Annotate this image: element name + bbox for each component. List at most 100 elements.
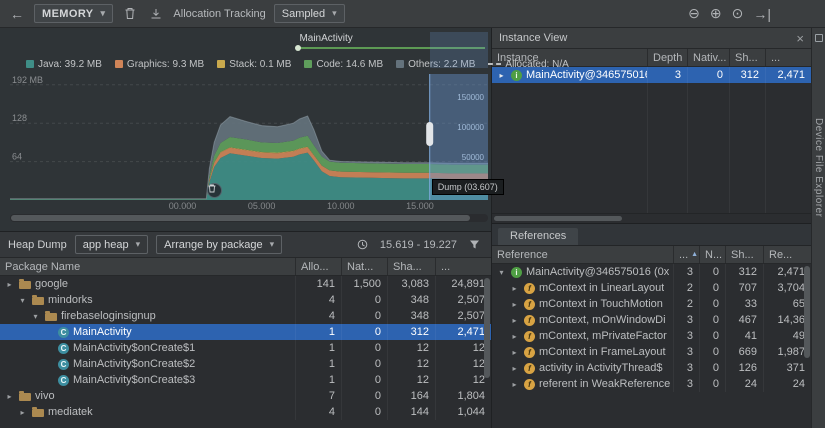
row-value: 0: [341, 292, 387, 308]
scrollbar-thumb[interactable]: [804, 266, 810, 358]
heap-row[interactable]: CMainActivity$onCreate$2101212: [0, 356, 491, 372]
column-header[interactable]: Sh...: [729, 49, 765, 66]
row-label: google: [35, 278, 68, 290]
row-name-cell: ▸freferent in WeakReference: [492, 376, 673, 392]
chevron-right-icon[interactable]: ▸: [509, 300, 520, 309]
column-header[interactable]: Reference: [492, 246, 673, 263]
chevron-down-icon[interactable]: ▾: [17, 296, 28, 305]
row-value: 12: [387, 340, 435, 356]
allocation-tracking-label: Allocation Tracking: [173, 8, 265, 20]
row-label: activity in ActivityThread$: [539, 362, 663, 374]
heap-row[interactable]: ▾firebaseloginsignup403482,507: [0, 308, 491, 324]
column-header[interactable]: Re...: [763, 246, 811, 263]
chevron-right-icon[interactable]: ▸: [509, 284, 520, 293]
class-icon: C: [58, 327, 69, 338]
row-value: 2,471: [765, 67, 811, 83]
row-value: 348: [387, 292, 435, 308]
reset-zoom-icon[interactable]: ⊙: [732, 5, 744, 22]
row-label: mediatek: [48, 406, 93, 418]
row-value: 12: [387, 356, 435, 372]
chevron-right-icon[interactable]: ▸: [496, 71, 507, 80]
reference-row[interactable]: ▸fmContext in TouchMotion203365: [492, 296, 811, 312]
device-file-explorer-tab[interactable]: Device File Explorer: [813, 118, 824, 217]
chevron-right-icon[interactable]: ▸: [509, 316, 520, 325]
column-header[interactable]: N...: [699, 246, 725, 263]
row-value: 4: [295, 404, 341, 420]
references-table-header: Reference...▲N...Sh...Re...: [492, 246, 811, 264]
zoom-out-icon[interactable]: ⊖: [688, 5, 700, 22]
column-header[interactable]: Sha...: [387, 258, 435, 275]
export-heap-dump-icon[interactable]: [147, 5, 165, 23]
activity-track: MainActivity: [10, 32, 489, 50]
reference-row[interactable]: ▸freferent in WeakReference302424: [492, 376, 811, 392]
row-value: 3,083: [387, 276, 435, 292]
heap-row[interactable]: ▸mediatek401441,044: [0, 404, 491, 420]
row-name-cell: ▸fmContext, mOnWindowDi: [492, 312, 673, 328]
column-header[interactable]: Allo...: [295, 258, 341, 275]
time-tick-label: 00.000: [165, 201, 201, 211]
activity-label: MainActivity: [299, 33, 352, 44]
instance-hscrollbar[interactable]: [492, 213, 811, 223]
trash-icon[interactable]: [121, 5, 139, 23]
chevron-right-icon[interactable]: ▸: [509, 364, 520, 373]
close-icon[interactable]: ×: [796, 32, 804, 45]
scrollbar-thumb[interactable]: [11, 215, 470, 221]
heap-row[interactable]: ▸vivo701641,804: [0, 388, 491, 404]
sampling-dropdown[interactable]: Sampled ▾: [274, 4, 345, 23]
column-header[interactable]: Depth: [647, 49, 687, 66]
vertical-scrollbar[interactable]: [803, 264, 811, 428]
reference-row[interactable]: ▸fmContext, mOnWindowDi3046714,36: [492, 312, 811, 328]
session-dropdown-label: MEMORY: [42, 8, 94, 20]
folder-icon: [32, 297, 44, 305]
column-header[interactable]: Nat...: [341, 258, 387, 275]
column-header[interactable]: ...: [435, 258, 491, 275]
reference-row[interactable]: ▸fmContext in FrameLayout306691,987: [492, 344, 811, 360]
svg-text:64: 64: [12, 152, 22, 162]
reference-row[interactable]: ▸factivity in ActivityThread$30126371: [492, 360, 811, 376]
chevron-right-icon[interactable]: ▸: [509, 348, 520, 357]
reference-row[interactable]: ▸fmContext in LinearLayout207073,704: [492, 280, 811, 296]
heap-row[interactable]: CMainActivity$onCreate$1101212: [0, 340, 491, 356]
field-icon: f: [524, 315, 535, 326]
reference-row[interactable]: ▸fmContext, mPrivateFactor304149: [492, 328, 811, 344]
filter-icon[interactable]: [465, 236, 483, 254]
memory-chart-plot[interactable]: 192 MB1286415000010000050000Dump (03.607…: [10, 74, 488, 200]
scrollbar-thumb[interactable]: [494, 216, 622, 221]
memory-timeline[interactable]: MainActivity Java: 39.2 MBGraphics: 9.3 …: [0, 28, 491, 232]
heap-row[interactable]: ▸google1411,5003,08324,891: [0, 276, 491, 292]
zoom-in-icon[interactable]: ⊕: [710, 5, 722, 22]
reference-row[interactable]: ▾iMainActivity@346575016 (0x303122,471: [492, 264, 811, 280]
profiler-session-dropdown[interactable]: MEMORY ▾: [34, 4, 113, 23]
heap-dump-toolbar: Heap Dump app heap ▾ Arrange by package …: [0, 232, 491, 258]
row-value: 0: [687, 67, 729, 83]
chevron-right-icon[interactable]: ▸: [509, 380, 520, 389]
time-tick-label: 15.000: [402, 201, 438, 211]
legend-label: Graphics: 9.3 MB: [127, 59, 204, 70]
heap-row[interactable]: CMainActivity$onCreate$3101212: [0, 372, 491, 388]
timeline-scrollbar[interactable]: [10, 214, 488, 222]
back-icon[interactable]: ←: [8, 5, 26, 23]
column-header[interactable]: Nativ...: [687, 49, 729, 66]
tab-references[interactable]: References: [498, 228, 578, 245]
column-header[interactable]: ...▲: [673, 246, 699, 263]
scrollbar-thumb[interactable]: [484, 278, 490, 378]
row-value: 0: [341, 324, 387, 340]
column-header[interactable]: Sh...: [725, 246, 763, 263]
chevron-right-icon[interactable]: ▸: [4, 280, 15, 289]
chevron-down-icon[interactable]: ▾: [30, 312, 41, 321]
row-value: 4: [295, 292, 341, 308]
row-name-cell: ▸factivity in ActivityThread$: [492, 360, 673, 376]
column-header[interactable]: Package Name: [0, 258, 295, 275]
legend-item: Allocated: N/A: [488, 59, 568, 70]
chevron-right-icon[interactable]: ▸: [17, 408, 28, 417]
chevron-right-icon[interactable]: ▸: [509, 332, 520, 341]
arrange-dropdown[interactable]: Arrange by package ▾: [156, 235, 282, 254]
go-live-icon[interactable]: →|: [753, 6, 771, 22]
heap-row[interactable]: CMainActivity103122,471: [0, 324, 491, 340]
chevron-right-icon[interactable]: ▸: [4, 392, 15, 401]
heap-scope-dropdown[interactable]: app heap ▾: [75, 235, 148, 254]
column-header[interactable]: ...: [765, 49, 811, 66]
heap-row[interactable]: ▾mindorks403482,507: [0, 292, 491, 308]
chevron-down-icon[interactable]: ▾: [496, 268, 507, 277]
vertical-scrollbar[interactable]: [483, 276, 491, 428]
